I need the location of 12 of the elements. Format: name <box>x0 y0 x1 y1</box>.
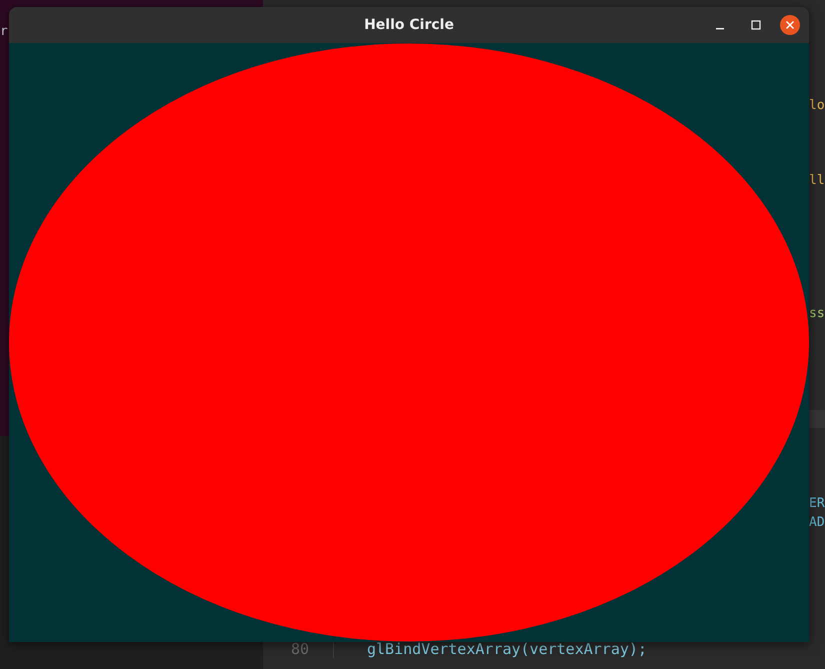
maximize-icon <box>751 20 761 30</box>
code-fragment: AD <box>809 514 825 532</box>
code-fragment: ss <box>809 305 825 323</box>
code-fragment: ER <box>809 495 825 513</box>
close-icon <box>785 20 795 30</box>
terminal-text: r <box>0 24 8 39</box>
code-line: glBindVertexArray(vertexArray); <box>366 640 647 658</box>
window-title: Hello Circle <box>364 17 454 33</box>
code-fragment: ll <box>809 172 825 190</box>
minimize-icon <box>716 28 724 30</box>
code-fragment: lo <box>809 97 825 115</box>
close-button[interactable] <box>780 15 800 35</box>
